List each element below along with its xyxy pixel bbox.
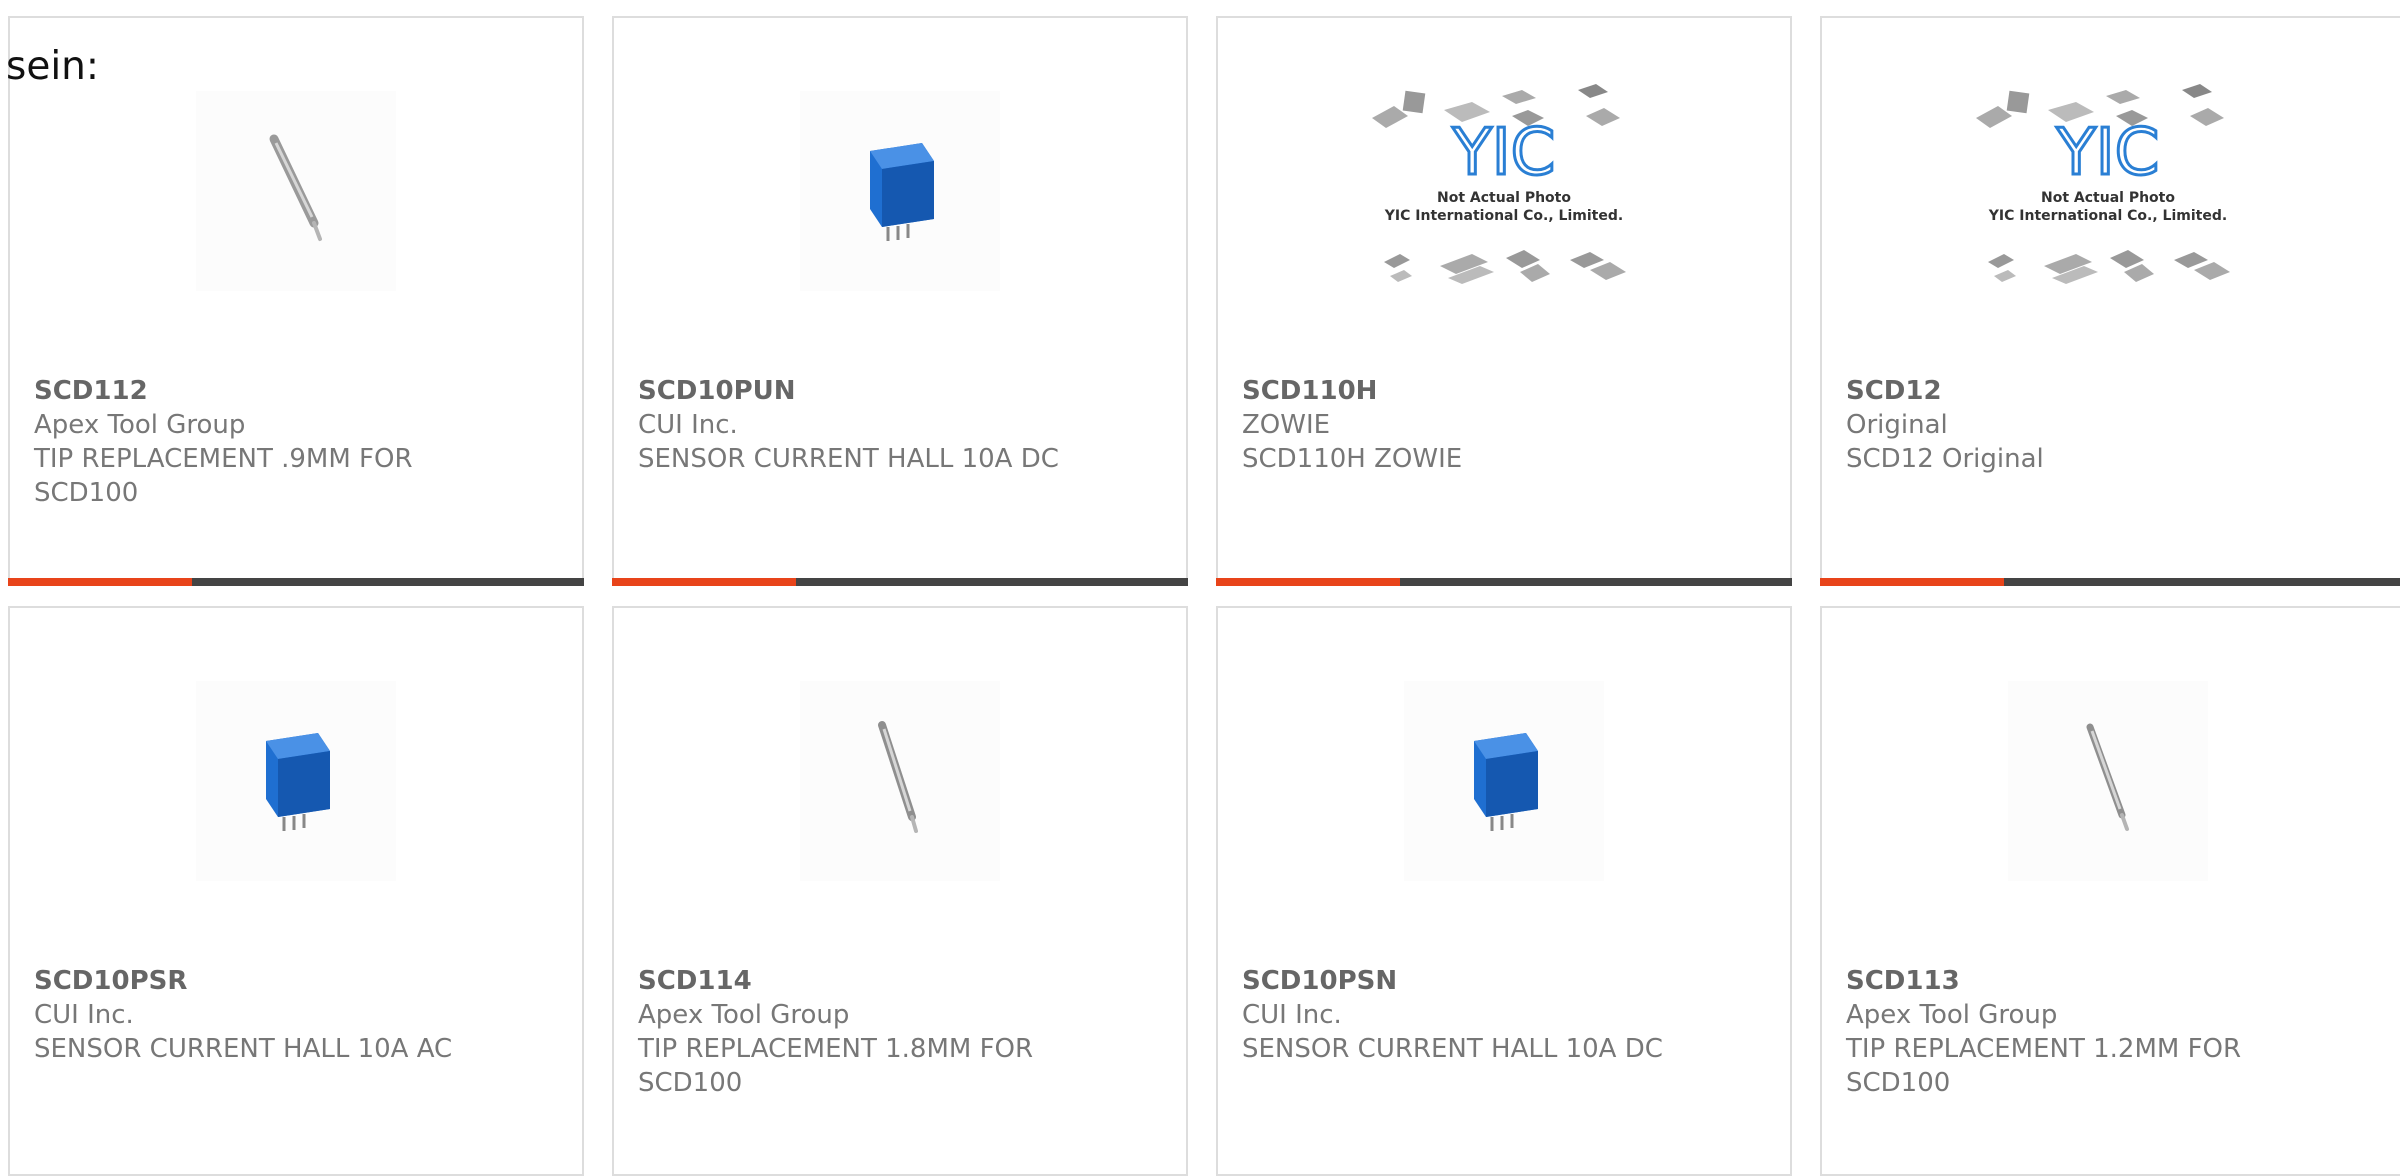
yic-placeholder-image: YIC Not Actual Photo YIC International C… bbox=[1372, 84, 1626, 284]
product-maker: Apex Tool Group bbox=[34, 410, 246, 440]
product-card[interactable]: YIC Not Actual Photo YIC International C… bbox=[1216, 16, 1792, 586]
placeholder-line1: Not Actual Photo bbox=[1437, 190, 1571, 206]
sensor-icon bbox=[870, 143, 934, 241]
intro-text: sein: bbox=[6, 44, 100, 89]
yic-logo: YIC bbox=[1452, 116, 1556, 190]
product-description: TIP REPLACEMENT 1.2MM FOR SCD100 bbox=[1846, 1034, 2242, 1098]
product-maker: CUI Inc. bbox=[1242, 1000, 1342, 1030]
tip-icon bbox=[2086, 723, 2129, 831]
product-maker: Original bbox=[1846, 410, 1948, 440]
card-bar bbox=[1216, 578, 1792, 586]
tip-icon bbox=[269, 134, 322, 241]
product-description: TIP REPLACEMENT 1.8MM FOR SCD100 bbox=[638, 1034, 1034, 1098]
product-card[interactable]: SCD10PUN CUI Inc. SENSOR CURRENT HALL 10… bbox=[612, 16, 1188, 586]
product-sku[interactable]: SCD110H bbox=[1242, 374, 1766, 408]
product-card[interactable]: YIC Not Actual Photo YIC International C… bbox=[1820, 16, 2400, 586]
sensor-icon bbox=[1474, 733, 1538, 831]
product-image[interactable] bbox=[1822, 676, 2394, 886]
product-description: SENSOR CURRENT HALL 10A AC bbox=[34, 1034, 453, 1064]
product-maker: CUI Inc. bbox=[638, 410, 738, 440]
product-sku[interactable]: SCD113 bbox=[1846, 964, 2378, 998]
product-card[interactable]: SCD112 Apex Tool Group TIP REPLACEMENT .… bbox=[8, 16, 584, 586]
product-description: SCD110H ZOWIE bbox=[1242, 444, 1463, 474]
tip-icon bbox=[878, 721, 918, 833]
product-description: SENSOR CURRENT HALL 10A DC bbox=[638, 444, 1059, 474]
product-image[interactable] bbox=[614, 86, 1186, 296]
product-card[interactable]: SCD114 Apex Tool Group TIP REPLACEMENT 1… bbox=[612, 606, 1188, 1176]
product-card[interactable]: SCD113 Apex Tool Group TIP REPLACEMENT 1… bbox=[1820, 606, 2400, 1176]
yic-placeholder-image: YIC Not Actual Photo YIC International C… bbox=[1976, 84, 2230, 284]
placeholder-line2: YIC International Co., Limited. bbox=[1384, 208, 1623, 224]
sensor-icon bbox=[266, 733, 330, 831]
card-bar bbox=[1820, 578, 2400, 586]
product-card[interactable]: SCD10PSR CUI Inc. SENSOR CURRENT HALL 10… bbox=[8, 606, 584, 1176]
product-sku[interactable]: SCD12 bbox=[1846, 374, 2378, 408]
card-bar bbox=[612, 578, 1188, 586]
product-maker: ZOWIE bbox=[1242, 410, 1331, 440]
product-image[interactable] bbox=[1218, 676, 1790, 886]
product-sku[interactable]: SCD10PSN bbox=[1242, 964, 1766, 998]
product-image[interactable]: YIC Not Actual Photo YIC International C… bbox=[1822, 84, 2394, 296]
product-image[interactable] bbox=[614, 676, 1186, 886]
product-image[interactable] bbox=[10, 86, 582, 296]
placeholder-line2: YIC International Co., Limited. bbox=[1988, 208, 2227, 224]
product-description: SENSOR CURRENT HALL 10A DC bbox=[1242, 1034, 1663, 1064]
product-image[interactable] bbox=[10, 676, 582, 886]
product-maker: CUI Inc. bbox=[34, 1000, 134, 1030]
product-description: TIP REPLACEMENT .9MM FOR SCD100 bbox=[34, 444, 413, 508]
product-sku[interactable]: SCD114 bbox=[638, 964, 1162, 998]
product-image[interactable]: YIC Not Actual Photo YIC International C… bbox=[1218, 84, 1790, 296]
product-description: SCD12 Original bbox=[1846, 444, 2044, 474]
product-card[interactable]: SCD10PSN CUI Inc. SENSOR CURRENT HALL 10… bbox=[1216, 606, 1792, 1176]
product-maker: Apex Tool Group bbox=[638, 1000, 850, 1030]
product-grid: SCD112 Apex Tool Group TIP REPLACEMENT .… bbox=[0, 0, 2400, 1176]
yic-logo: YIC bbox=[2056, 116, 2160, 190]
product-sku[interactable]: SCD10PSR bbox=[34, 964, 558, 998]
product-sku[interactable]: SCD112 bbox=[34, 374, 558, 408]
product-maker: Apex Tool Group bbox=[1846, 1000, 2058, 1030]
card-bar bbox=[8, 578, 584, 586]
product-sku[interactable]: SCD10PUN bbox=[638, 374, 1162, 408]
placeholder-line1: Not Actual Photo bbox=[2041, 190, 2175, 206]
